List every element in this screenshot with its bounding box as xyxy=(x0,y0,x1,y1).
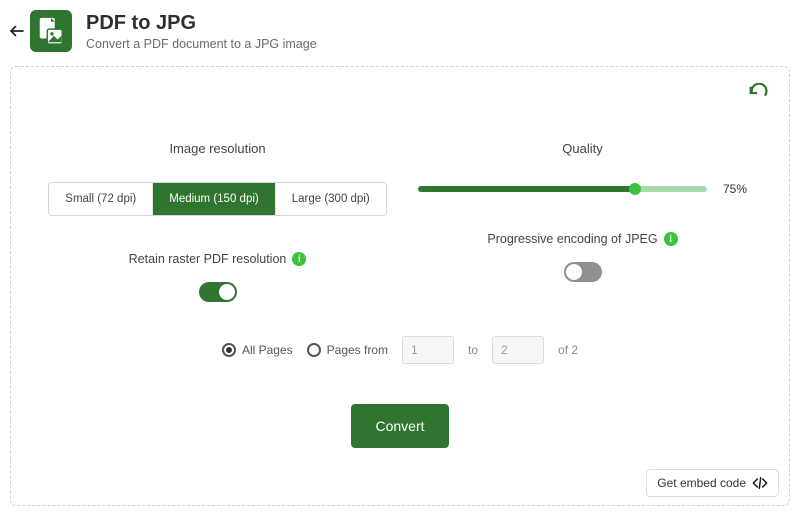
get-embed-code-button[interactable]: Get embed code xyxy=(646,469,779,497)
radio-all-pages[interactable]: All Pages xyxy=(222,343,293,357)
back-button[interactable] xyxy=(6,20,28,42)
resolution-label: Image resolution xyxy=(169,141,265,156)
code-icon xyxy=(752,476,768,490)
page-to-input[interactable] xyxy=(492,336,544,364)
quality-slider[interactable] xyxy=(418,186,707,192)
undo-button[interactable] xyxy=(747,83,769,108)
resolution-option-small[interactable]: Small (72 dpi) xyxy=(49,183,152,215)
resolution-option-medium[interactable]: Medium (150 dpi) xyxy=(152,183,274,215)
page-range-label: Pages from xyxy=(327,343,388,357)
retain-resolution-toggle[interactable] xyxy=(199,282,237,302)
radio-page-range[interactable]: Pages from xyxy=(307,343,388,357)
retain-resolution-label: Retain raster PDF resolution xyxy=(129,252,287,266)
app-logo-icon xyxy=(30,10,72,52)
settings-panel: Image resolution Small (72 dpi) Medium (… xyxy=(10,66,790,506)
resolution-segmented: Small (72 dpi) Medium (150 dpi) Large (3… xyxy=(48,182,386,216)
slider-thumb[interactable] xyxy=(629,183,641,195)
embed-label: Get embed code xyxy=(657,476,746,490)
quality-label: Quality xyxy=(562,141,602,156)
pages-row: All Pages Pages from to of 2 xyxy=(35,336,765,364)
quality-value: 75% xyxy=(723,182,747,196)
page-title: PDF to JPG xyxy=(86,12,317,35)
info-icon[interactable]: i xyxy=(664,232,678,246)
progressive-encoding-toggle[interactable] xyxy=(564,262,602,282)
info-icon[interactable]: i xyxy=(292,252,306,266)
progressive-encoding-label: Progressive encoding of JPEG xyxy=(487,232,657,246)
resolution-option-large[interactable]: Large (300 dpi) xyxy=(275,183,386,215)
convert-button[interactable]: Convert xyxy=(351,404,448,448)
of-label: of 2 xyxy=(558,343,578,357)
to-label: to xyxy=(468,343,478,357)
all-pages-label: All Pages xyxy=(242,343,293,357)
page-subtitle: Convert a PDF document to a JPG image xyxy=(86,37,317,51)
page-from-input[interactable] xyxy=(402,336,454,364)
